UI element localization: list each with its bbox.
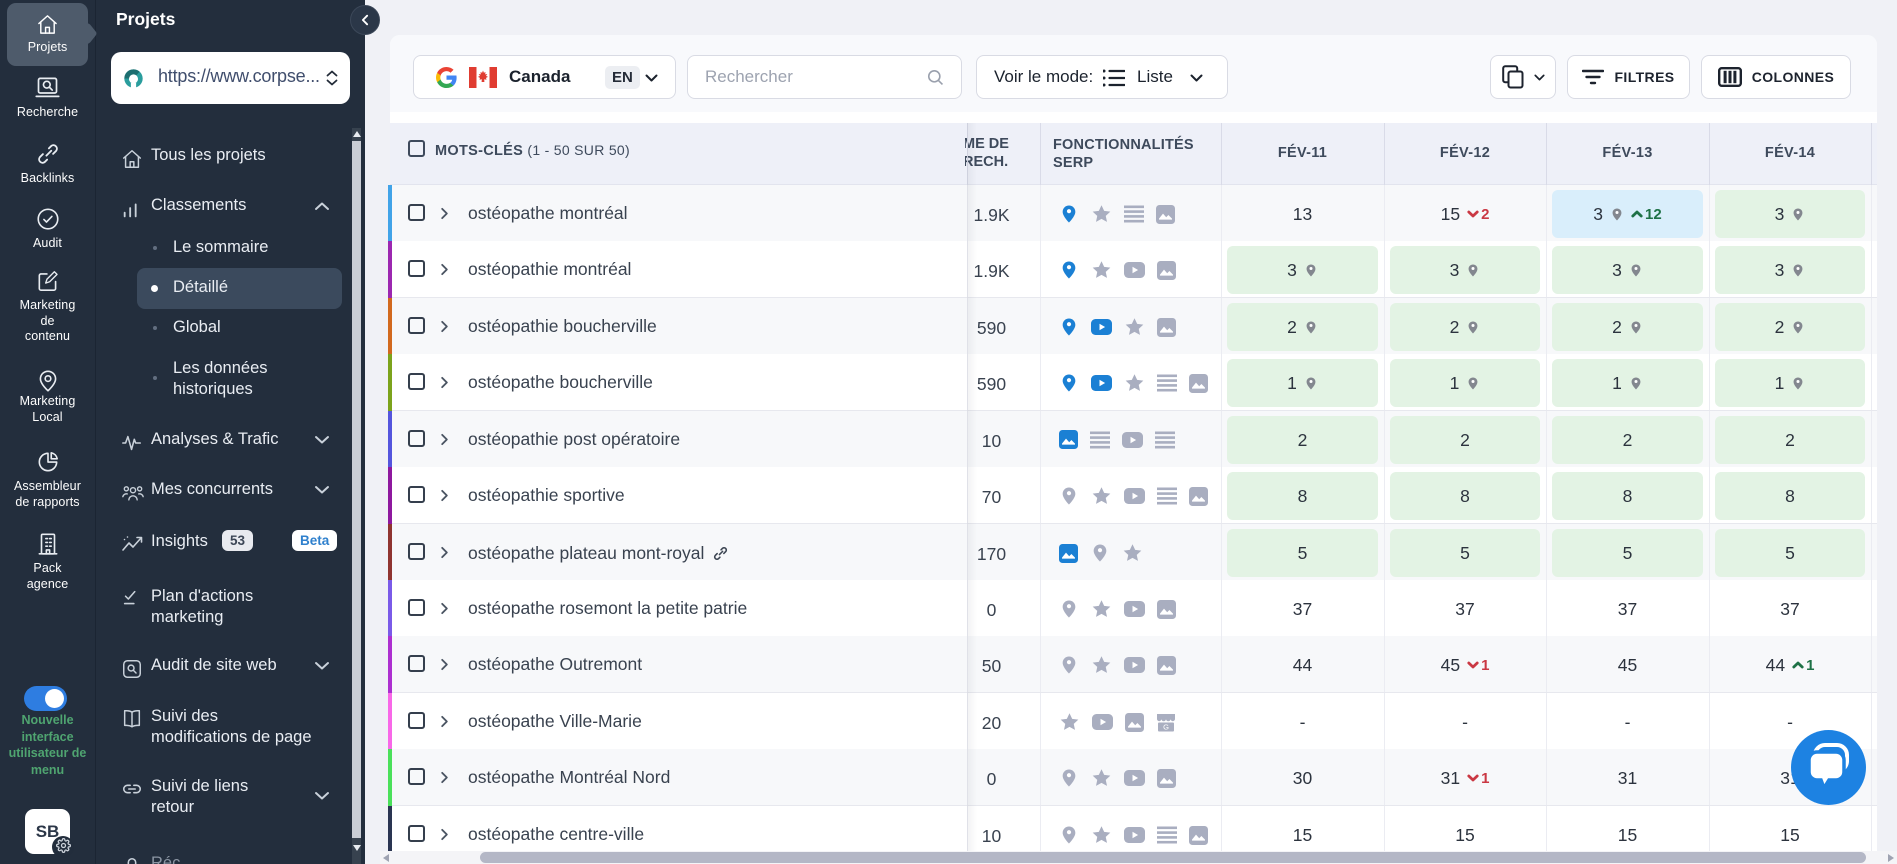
- svg-text:G: G: [1163, 722, 1169, 731]
